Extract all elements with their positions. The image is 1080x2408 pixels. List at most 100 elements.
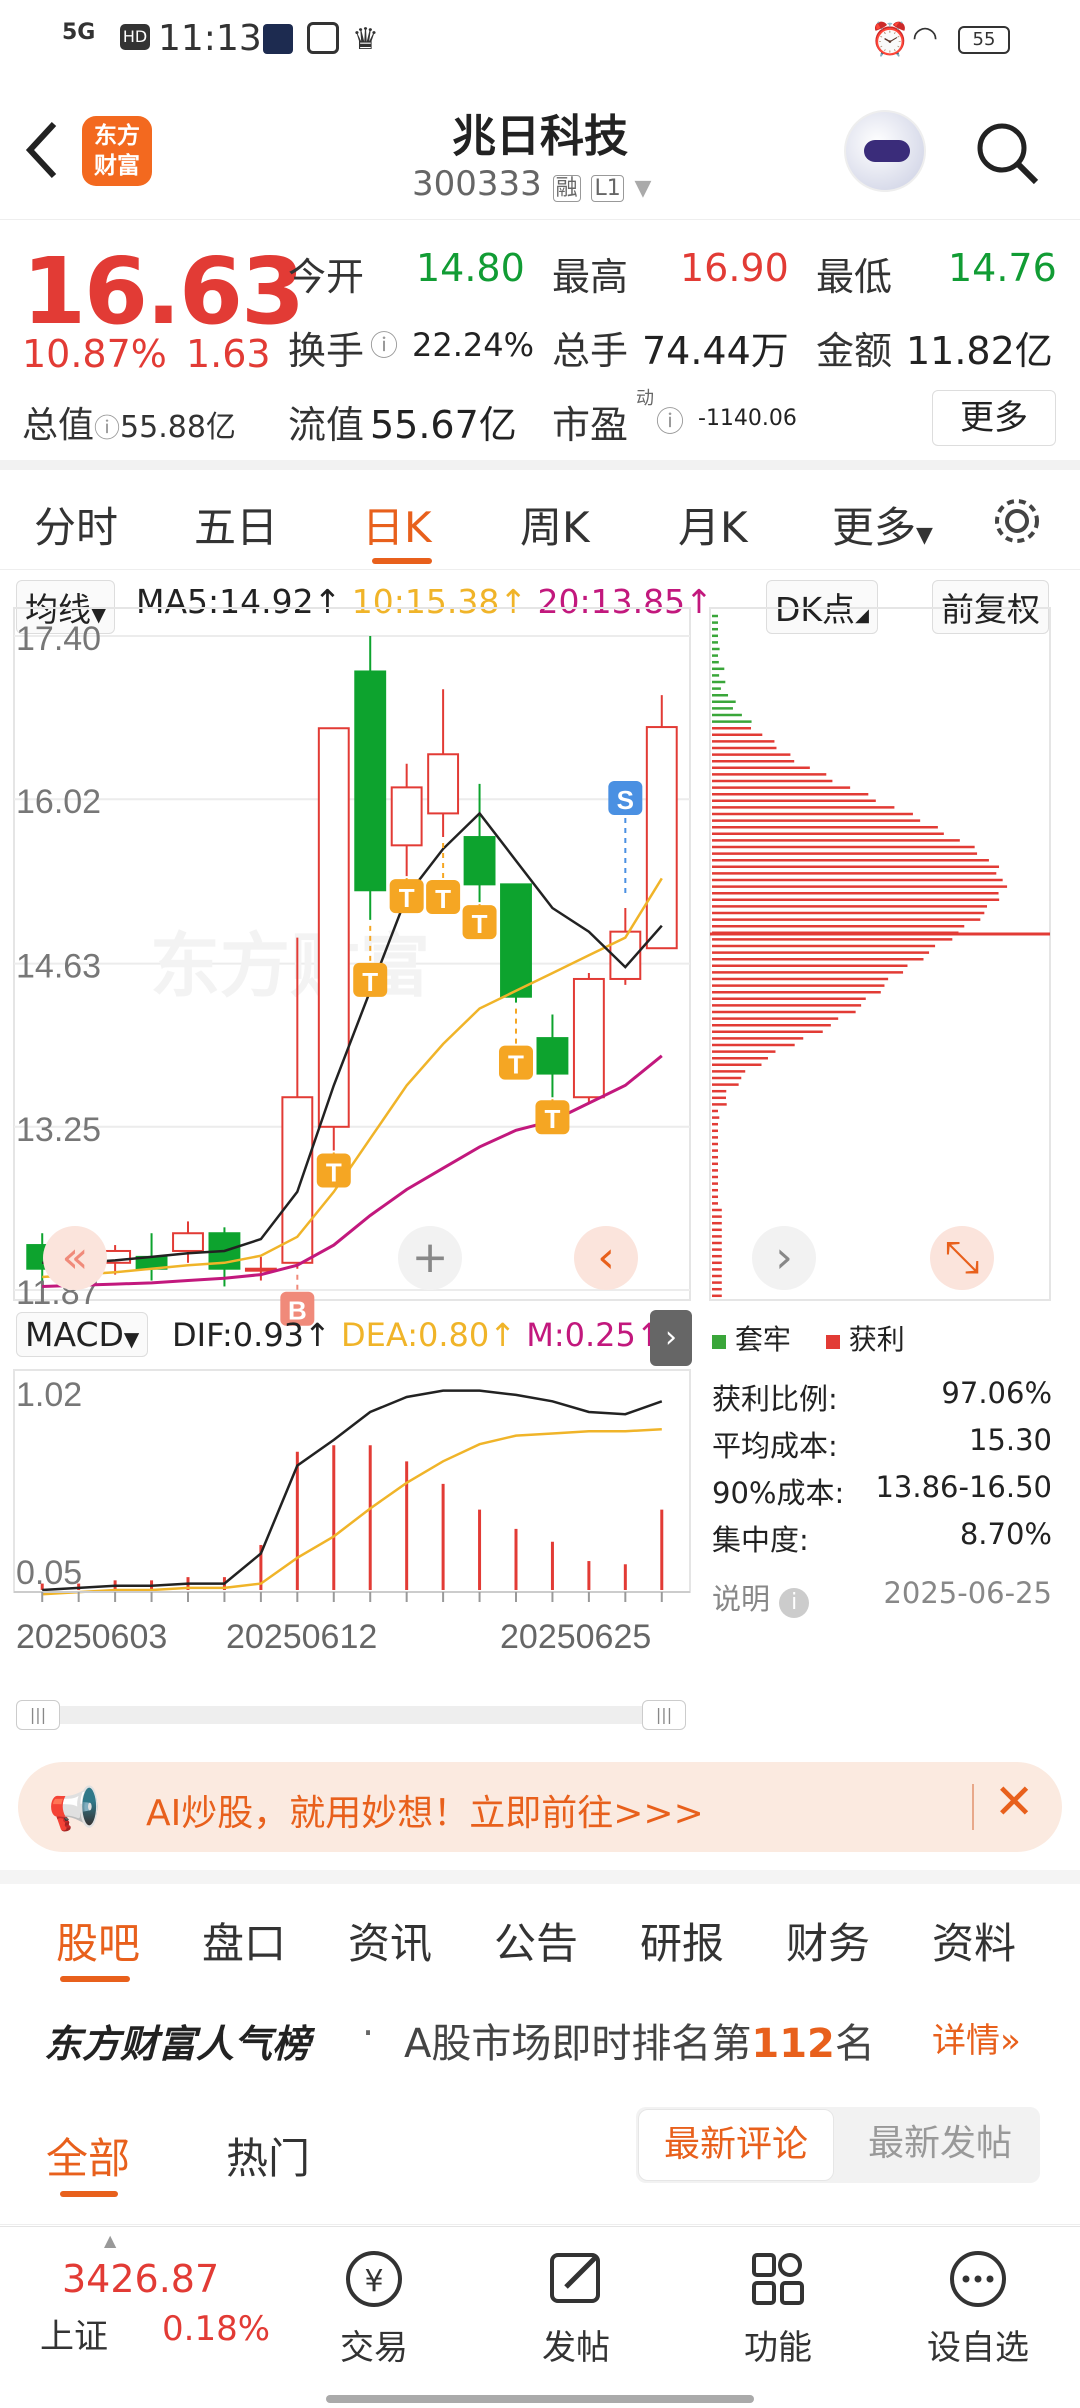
info-icon: ⓘ [370,329,399,362]
expand-indicator-button[interactable]: › [650,1310,692,1366]
amount-label: 金额 [816,329,893,373]
float-label: 流值 [288,403,365,447]
more-dots-icon [950,2251,1006,2307]
quote-panel: 16.63 10.87% 1.63 总值ⓘ55.88亿 今开 14.80 最高 … [0,220,1080,470]
function-label: 功能 [744,2328,812,2368]
amount-value: 11.82亿 [906,329,1053,373]
tab-research[interactable]: 研报 [640,1910,724,1971]
bottom-bar: ▲ 3426.87 上证 0.18% ¥ 交易 发帖 功能 设自选 [0,2226,1080,2408]
tab-monthly-k[interactable]: 月K [678,494,748,555]
rank-dot: · [362,2011,375,2055]
index-value[interactable]: 3426.87 [62,2257,219,2301]
sort-latest-comment[interactable]: 最新评论 [638,2109,834,2181]
add-watchlist-button[interactable]: 设自选 [908,2247,1048,2369]
chip-note[interactable]: 说明 i [712,1576,810,1623]
overlay-button-glyph: + [412,1232,449,1283]
post-button[interactable]: 发帖 [506,2247,646,2369]
function-button[interactable]: 功能 [708,2247,848,2369]
chip-stat-key: 获利比例: [712,1382,838,1416]
chip-date: 2025-06-25 [883,1576,1052,1610]
chevron-down-icon: ▼ [916,523,933,548]
macd-selector-label: MACD [25,1315,124,1354]
filter-all[interactable]: 全部 [46,2125,130,2186]
hd-badge: HD [120,24,150,50]
index-name: 上证 [40,2317,108,2357]
trade-yen-icon: ¥ [346,2251,402,2307]
info-icon: ⓘ [656,405,685,438]
lock-legend: 套牢 [734,1323,791,1356]
change-percent: 10.87% [22,332,167,376]
active-tab-indicator [372,558,432,564]
chevron-left-icon[interactable]: ‹ [574,1226,638,1290]
robot-visor [864,140,910,162]
macd-top-label: 1.02 [16,1376,82,1414]
home-indicator [326,2395,754,2403]
filter-hot[interactable]: 热门 [226,2125,310,2186]
y-tick-label: 14.63 [16,948,101,986]
ai-promo-banner[interactable]: 📢 AI炒股，就用妙想！立即前往>>> ✕ [18,1762,1062,1852]
rank-suffix: 名 [834,2021,875,2067]
signal-label: T [435,884,451,914]
chevron-right-icon[interactable]: › [752,1226,816,1290]
level-tag: L1 [591,175,624,202]
rank-detail-link[interactable]: 详情» [932,2013,1021,2062]
chip-stat-value: 97.06% [941,1376,1052,1410]
macd-bottom-label: 0.05 [16,1554,82,1592]
signal-label: S [617,785,634,815]
banner-divider [972,1784,974,1830]
tab-guba[interactable]: 股吧 [56,1910,140,1971]
overlay-button-glyph: ⤡ [944,1232,979,1283]
tab-news[interactable]: 资讯 [348,1910,432,1971]
tab-finance[interactable]: 财务 [786,1910,870,1971]
change-amount: 1.63 [186,332,271,376]
range-handle-left[interactable]: ||| [16,1700,60,1730]
search-icon[interactable] [974,120,1040,186]
ai-robot-avatar[interactable] [844,110,926,192]
candle-body [172,1232,204,1252]
pe-label: 市盈 [552,403,629,447]
candle-body [536,1037,569,1075]
note-label: 说明 [712,1582,771,1616]
expand-icon[interactable]: ⤡ [930,1226,994,1290]
stock-code-row[interactable]: 300333 融 L1 ▼ [412,164,651,204]
banner-text: AI炒股，就用妙想！立即前往>>> [146,1793,704,1834]
tab-intraday[interactable]: 分时 [34,494,118,555]
turnover-value: 22.24% [412,326,535,364]
trade-button[interactable]: ¥ 交易 [304,2247,444,2369]
clock: 11:13 [158,18,262,59]
zoom-plus-icon[interactable]: + [398,1226,462,1290]
tab-five-day[interactable]: 五日 [194,494,278,555]
dif-line [42,1389,663,1592]
rank-brand: 东方财富人气榜 [44,2022,311,2066]
tab-more[interactable]: 更多▼ [832,494,933,555]
post-label: 发帖 [542,2328,610,2368]
tab-weekly-k[interactable]: 周K [520,494,590,555]
x-tick-label: 20250612 [226,1618,377,1656]
signal-label: T [326,1157,342,1187]
chevron-down-icon: ▼ [634,176,652,201]
range-handle-right[interactable]: ||| [642,1700,686,1730]
tab-profile[interactable]: 资料 [932,1910,1016,1971]
tab-announcements[interactable]: 公告 [494,1910,578,1971]
close-icon[interactable]: ✕ [994,1774,1034,1830]
chip-stat-key: 90%成本: [712,1476,845,1510]
tab-daily-k[interactable]: 日K [362,494,432,555]
settings-gear-icon[interactable] [990,494,1044,548]
kline-area: 均线▼ MA5:14.92↑ 10:15.38↑ 20:13.85↑ DK点◢ … [0,570,1080,1730]
trade-label: 交易 [340,2328,408,2368]
grid-icon [752,2253,804,2305]
sort-latest-post[interactable]: 最新发帖 [842,2109,1038,2181]
macd-selector[interactable]: MACD▼ [16,1312,149,1357]
market-cap-row: 总值ⓘ55.88亿 [22,396,236,448]
turnover-label: 换手 [288,329,365,373]
chip-stat-value: 15.30 [968,1423,1052,1457]
double-left-icon[interactable]: « [43,1226,107,1290]
low-label: 最低 [816,255,893,299]
popularity-rank[interactable]: 东方财富人气榜 · A股市场即时排名第112名 详情» [0,1975,1080,2085]
tab-pankou[interactable]: 盘口 [202,1910,286,1971]
more-quote-button[interactable]: 更多 [932,390,1056,446]
chip-legend: 套牢 获利 [712,1318,905,1358]
range-scrollbar[interactable] [16,1706,686,1724]
rank-prefix: A股市场即时排名第 [404,2021,752,2067]
candle-body [463,836,496,886]
